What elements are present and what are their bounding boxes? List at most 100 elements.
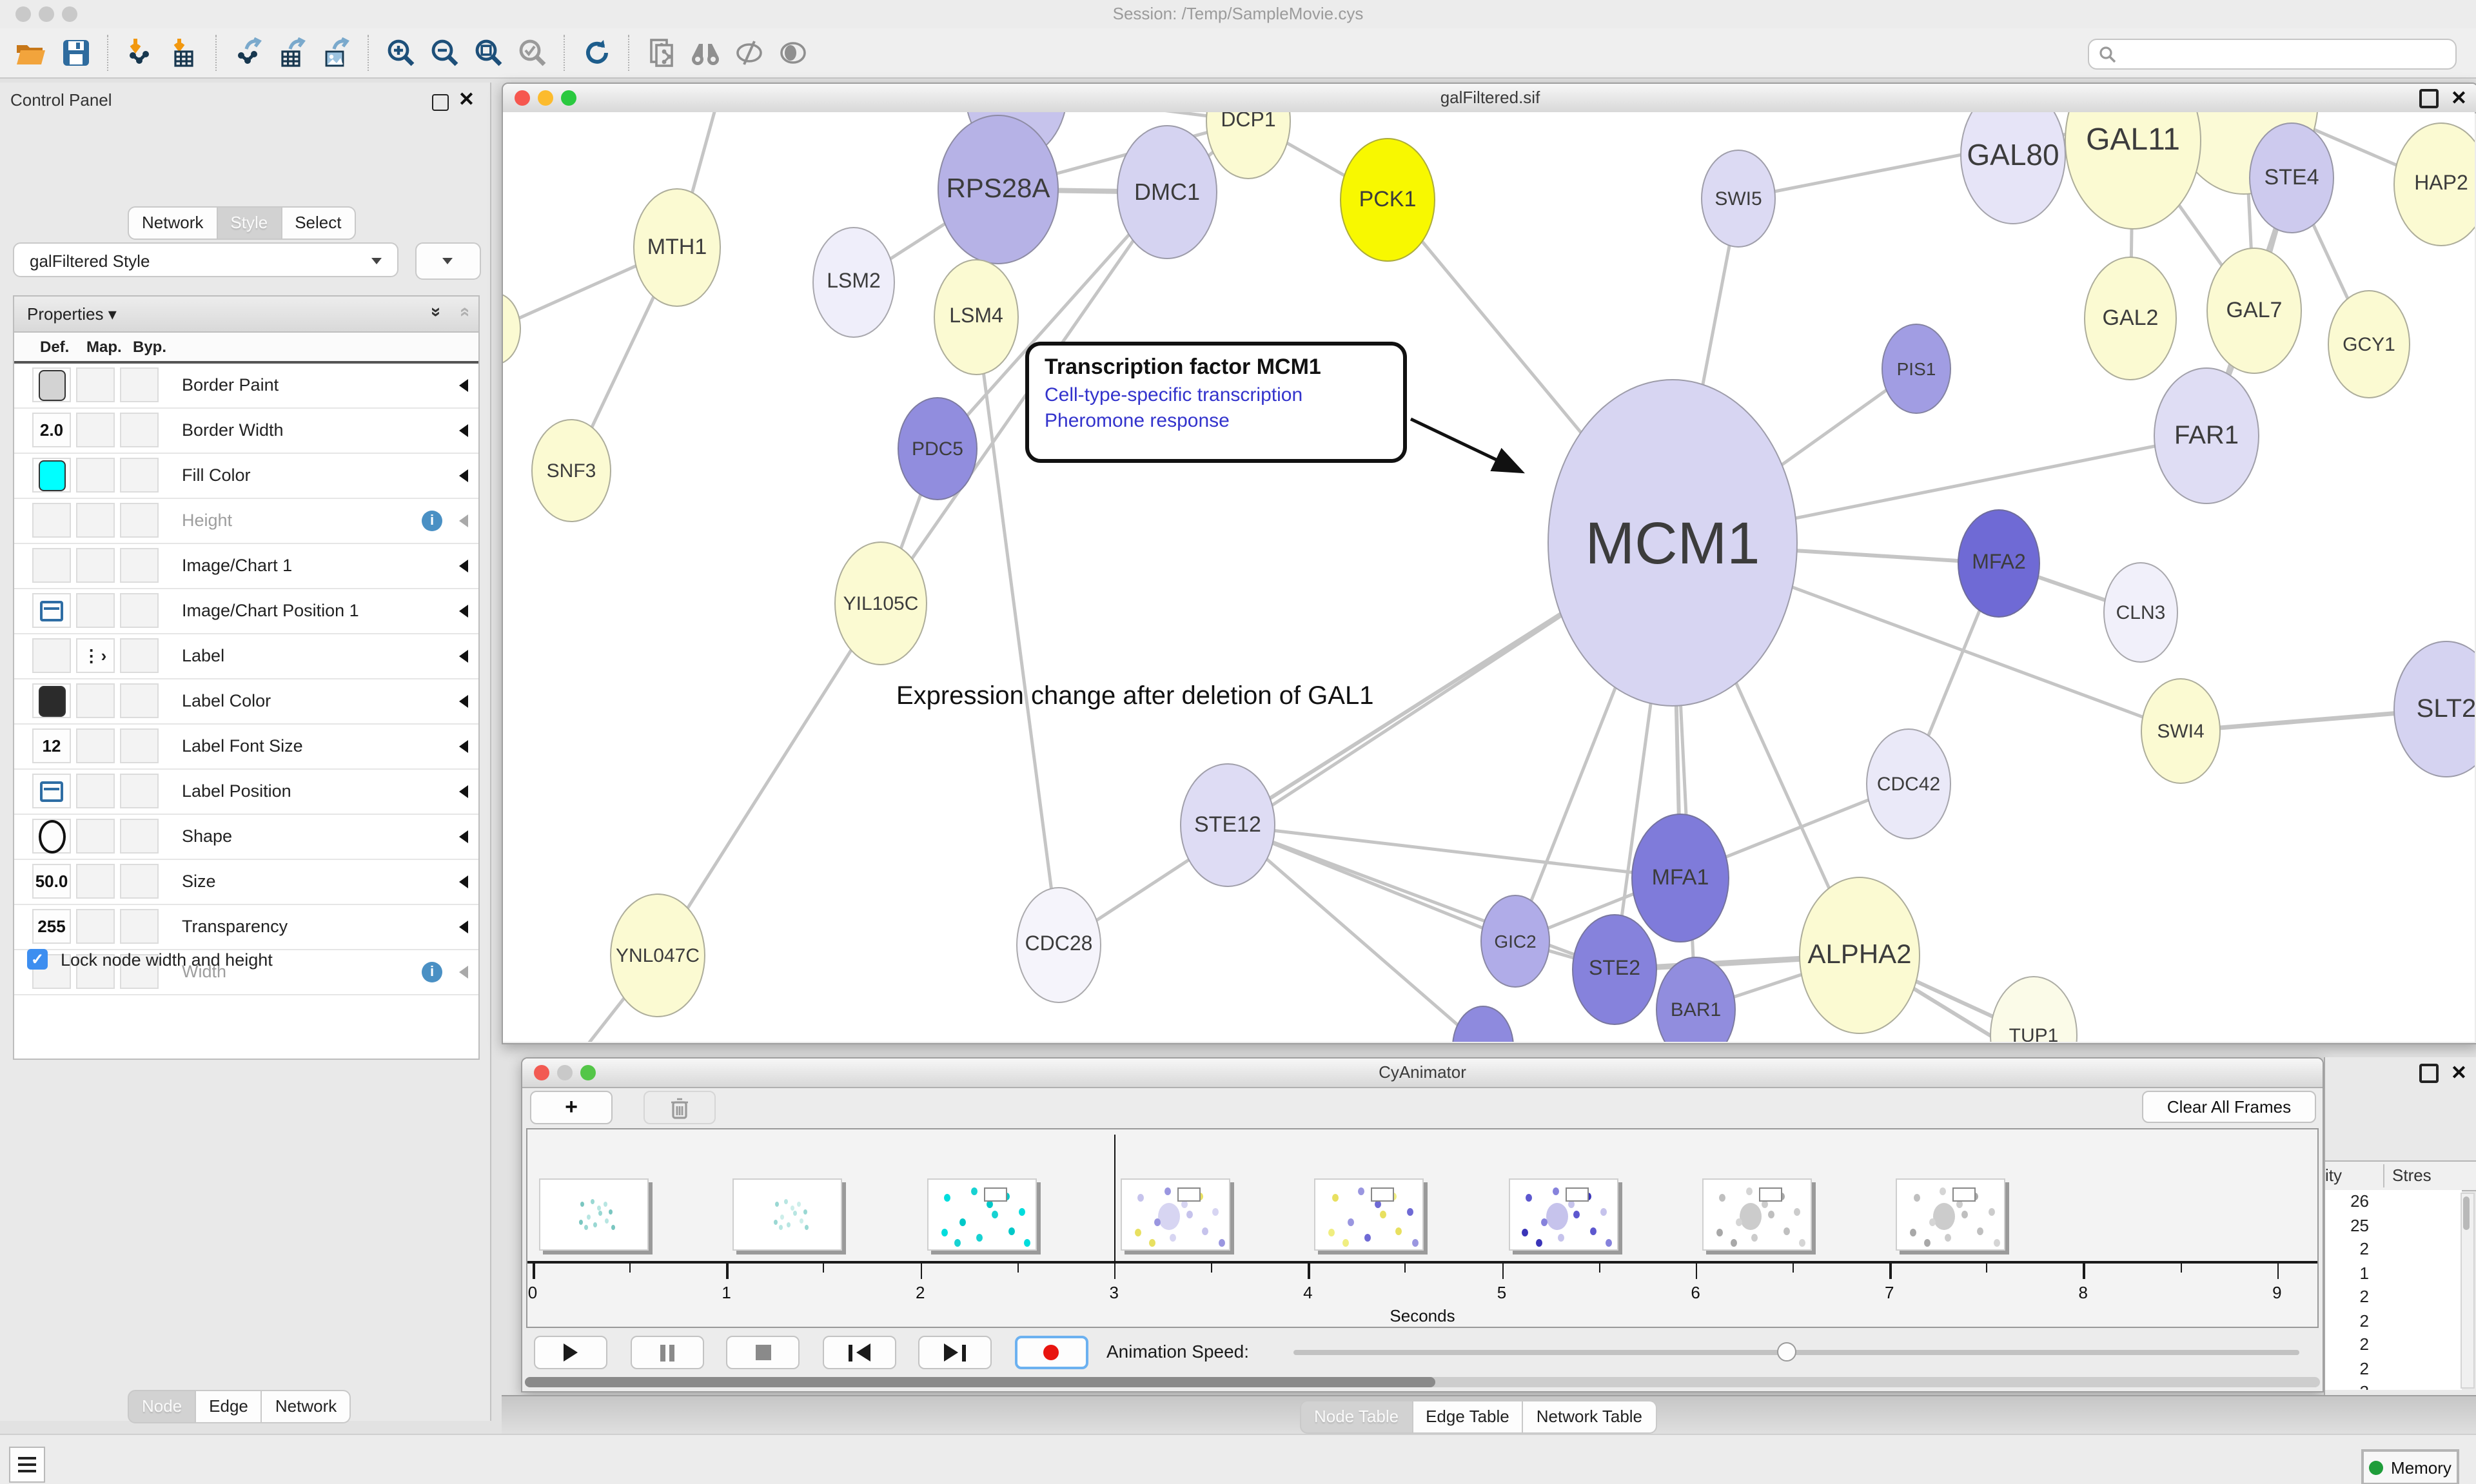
node-ste12[interactable]: STE12 (1180, 763, 1275, 887)
tab-network-table[interactable]: Network Table (1524, 1400, 1656, 1434)
expand-property-icon[interactable] (459, 469, 468, 482)
column-stress[interactable]: Stres (2392, 1166, 2432, 1185)
default-value-cell[interactable] (32, 367, 71, 402)
open-session-icon[interactable] (10, 32, 54, 73)
tab-node-table[interactable]: Node Table (1300, 1400, 1413, 1434)
stop-button[interactable] (726, 1336, 800, 1369)
zoom-fit-icon[interactable] (467, 32, 511, 73)
task-history-button[interactable] (9, 1447, 45, 1483)
mapping-cell[interactable] (76, 593, 115, 628)
hide-details-icon[interactable] (727, 32, 771, 73)
bypass-cell[interactable] (120, 819, 159, 854)
node-gic2[interactable]: GIC2 (1480, 895, 1550, 988)
node-gcy1[interactable]: GCY1 (2328, 290, 2410, 398)
mapping-cell[interactable] (76, 728, 115, 763)
float-window-icon[interactable] (2420, 89, 2439, 108)
annotation-link[interactable]: Pheromone response (1045, 410, 1388, 432)
annotation-box[interactable]: Transcription factor MCM1 Cell-type-spec… (1025, 342, 1407, 463)
float-window-icon[interactable] (432, 94, 449, 111)
properties-header[interactable]: Properties ▾ » » (14, 297, 478, 333)
property-row-border-paint[interactable]: Border Paint (14, 364, 478, 409)
node-alpha2[interactable]: ALPHA2 (1799, 877, 1920, 1034)
network-window-titlebar[interactable]: galFiltered.sif ✕ (503, 84, 2476, 113)
annotation-link[interactable]: Cell-type-specific transcription (1045, 384, 1388, 406)
close-icon[interactable] (534, 1065, 549, 1080)
timeline-frame-3[interactable] (1121, 1178, 1230, 1251)
mapping-cell[interactable]: ⋮› (76, 638, 115, 673)
network-canvas[interactable]: RPS28BGAL11GAL80DCP1RPS28ADMC1PCK1SWI5ST… (503, 112, 2475, 1042)
collapse-all-icon[interactable]: » (453, 307, 473, 317)
node-snf3[interactable]: SNF3 (531, 419, 611, 522)
property-row-label[interactable]: ⋮›Label (14, 634, 478, 679)
timeline-frame-6[interactable] (1702, 1178, 1812, 1251)
tab-edge[interactable]: Edge (196, 1390, 262, 1423)
node-mth1[interactable]: MTH1 (633, 188, 721, 307)
property-row-label-color[interactable]: Label Color (14, 679, 478, 725)
timeline-frame-0[interactable] (539, 1178, 649, 1251)
node-cln3[interactable]: CLN3 (2103, 562, 2178, 663)
bypass-cell[interactable] (120, 458, 159, 493)
close-window-icon[interactable]: ✕ (2451, 1065, 2467, 1082)
node-mcm1[interactable]: MCM1 (1548, 379, 1798, 707)
style-options-button[interactable] (415, 242, 481, 280)
expand-property-icon[interactable] (459, 785, 468, 798)
node-swi4[interactable]: SWI4 (2141, 678, 2221, 784)
mapping-cell[interactable] (76, 548, 115, 583)
table-row[interactable]: 2 (2325, 1309, 2462, 1333)
search-input[interactable] (2117, 44, 2432, 64)
node-pck1[interactable]: PCK1 (1340, 138, 1435, 262)
app-traffic-lights[interactable] (15, 6, 77, 22)
close-icon[interactable] (515, 90, 530, 106)
clear-all-frames-button[interactable]: Clear All Frames (2142, 1091, 2316, 1123)
scrollbar-thumb[interactable] (525, 1377, 1435, 1387)
copy-document-icon[interactable] (640, 32, 683, 73)
mapping-cell[interactable] (76, 819, 115, 854)
bypass-cell[interactable] (120, 548, 159, 583)
info-icon[interactable]: i (422, 511, 442, 531)
pause-button[interactable] (630, 1336, 703, 1369)
play-button[interactable] (534, 1336, 607, 1369)
default-value-cell[interactable] (32, 683, 71, 718)
node-pdc5[interactable]: PDC5 (898, 397, 978, 500)
property-row-shape[interactable]: Shape (14, 815, 478, 860)
timeline-frame-4[interactable] (1314, 1178, 1424, 1251)
skip-to-start-button[interactable] (822, 1336, 896, 1369)
bypass-cell[interactable] (120, 774, 159, 808)
mapping-cell[interactable] (76, 503, 115, 538)
zoom-selected-icon[interactable] (511, 32, 555, 73)
mapping-cell[interactable] (76, 458, 115, 493)
bypass-cell[interactable] (120, 503, 159, 538)
record-button[interactable] (1014, 1336, 1088, 1369)
table-row[interactable]: 2 (2325, 1381, 2462, 1390)
default-value-cell[interactable] (32, 593, 71, 628)
timeline-playhead[interactable] (1114, 1135, 1116, 1264)
table-row[interactable]: 25 (2325, 1214, 2462, 1238)
node-mfa2[interactable]: MFA2 (1958, 509, 2040, 618)
node-swi5[interactable]: SWI5 (1701, 150, 1776, 248)
default-value-cell[interactable] (32, 819, 71, 854)
expand-property-icon[interactable] (459, 605, 468, 618)
default-value-cell[interactable] (32, 774, 71, 808)
maximize-icon[interactable] (62, 6, 77, 22)
property-row-fill-color[interactable]: Fill Color (14, 454, 478, 499)
default-value-cell[interactable] (32, 503, 71, 538)
node-ste4[interactable]: STE4 (2249, 122, 2334, 233)
import-network-icon[interactable] (119, 32, 162, 73)
timeline[interactable]: Seconds 0123456789 (526, 1128, 2319, 1328)
refresh-view-icon[interactable] (575, 32, 619, 73)
tab-network[interactable]: Network (128, 206, 217, 240)
node-lsm2[interactable]: LSM2 (812, 227, 895, 338)
timeline-frame-5[interactable] (1508, 1178, 1618, 1251)
tab-edge-table[interactable]: Edge Table (1413, 1400, 1524, 1434)
timeline-scrollbar[interactable] (525, 1377, 2320, 1387)
node-pis1[interactable]: PIS1 (1882, 324, 1951, 414)
import-table-icon[interactable] (162, 32, 206, 73)
expand-all-icon[interactable]: » (427, 307, 447, 317)
search-field[interactable] (2088, 39, 2457, 70)
node-dmc1[interactable]: DMC1 (1117, 125, 1217, 259)
zoom-out-icon[interactable] (423, 32, 467, 73)
expand-property-icon[interactable] (459, 830, 468, 843)
add-frame-button[interactable]: + (530, 1091, 613, 1124)
property-row-height[interactable]: Heighti (14, 499, 478, 544)
close-panel-icon[interactable]: ✕ (458, 92, 475, 108)
